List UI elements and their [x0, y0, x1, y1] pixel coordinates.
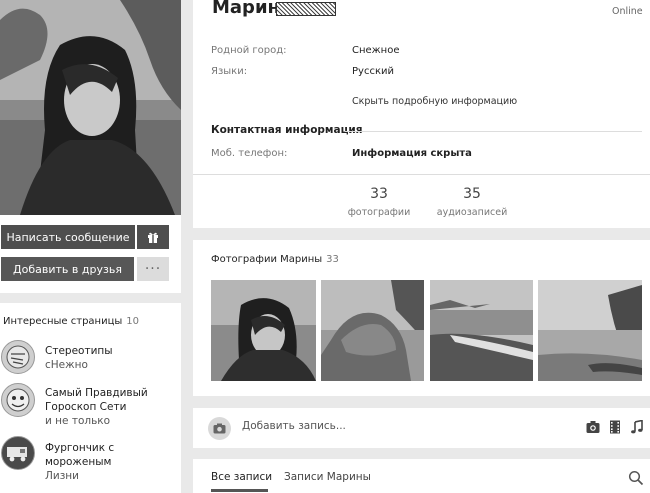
interesting-pages-heading[interactable]: Интересные страницы 10: [3, 316, 139, 327]
contacts-heading: Контактная информация: [211, 124, 363, 136]
page-avatar-icecream-van[interactable]: [1, 436, 35, 470]
photos-stat-count: 33: [370, 186, 388, 202]
gift-button[interactable]: [137, 225, 169, 249]
page-name[interactable]: Самый Правдивый: [45, 386, 148, 400]
page-subtitle: сНежно: [45, 359, 88, 371]
photos-title: Фотографии Марины: [211, 254, 323, 265]
photo-thumbnail[interactable]: [321, 280, 424, 381]
write-message-button[interactable]: Написать сообщение: [1, 225, 135, 249]
profile-info-card: [193, 0, 650, 228]
photo-thumbnail[interactable]: [538, 280, 642, 381]
page-avatar-horoscope[interactable]: [1, 383, 35, 417]
divider: [193, 174, 650, 175]
hometown-value[interactable]: Снежное: [352, 45, 400, 56]
face-icon: [6, 388, 30, 412]
photos-heading[interactable]: Фотографии Марины 33: [211, 254, 339, 265]
gift-icon: [148, 232, 158, 243]
hide-details-link[interactable]: Скрыть подробную информацию: [352, 96, 517, 107]
page-name[interactable]: Стереотипы: [45, 344, 113, 358]
more-actions-button[interactable]: ···: [137, 257, 169, 281]
hometown-label: Родной город:: [211, 45, 287, 56]
page-name[interactable]: Фургончик с: [45, 441, 114, 455]
languages-label: Языки:: [211, 66, 248, 77]
photo-attach-icon[interactable]: [586, 420, 600, 434]
add-friend-button[interactable]: Добавить в друзья: [1, 257, 134, 281]
van-icon: [7, 447, 27, 462]
video-attach-icon[interactable]: [608, 420, 622, 434]
audio-stat-count: 35: [463, 186, 481, 202]
page-subtitle: Лизни: [45, 470, 79, 482]
active-tab-indicator: [211, 489, 268, 492]
photos-count: 33: [326, 254, 339, 265]
new-post-input[interactable]: Добавить запись...: [242, 420, 346, 432]
tab-all-posts[interactable]: Все записи: [211, 471, 272, 483]
page-subtitle: и не только: [45, 415, 111, 427]
online-status: Online: [612, 6, 643, 17]
photo-thumbnail[interactable]: [211, 280, 316, 381]
search-icon[interactable]: [628, 470, 644, 486]
interesting-pages-title: Интересные страницы: [3, 316, 123, 327]
photos-stat-label: фотографии: [347, 207, 411, 218]
page-name-cont[interactable]: мороженым: [45, 455, 114, 469]
page-name-cont[interactable]: Гороскоп Сети: [45, 400, 148, 414]
profile-avatar[interactable]: [0, 0, 181, 215]
phone-value: Информация скрыта: [352, 148, 472, 159]
languages-value[interactable]: Русский: [352, 66, 394, 77]
page-avatar-stereotypes[interactable]: [1, 340, 35, 374]
music-attach-icon[interactable]: [630, 420, 644, 434]
divider: [345, 131, 642, 132]
photo-thumbnail[interactable]: [430, 280, 533, 381]
post-avatar[interactable]: [208, 417, 231, 440]
camera-icon: [213, 423, 226, 434]
phone-label: Моб. телефон:: [211, 148, 288, 159]
interesting-pages-count: 10: [126, 316, 140, 327]
doodle-icon: [6, 345, 30, 369]
tab-own-posts[interactable]: Записи Марины: [284, 471, 371, 483]
audio-stat-label: аудиозаписей: [436, 207, 508, 218]
redacted-surname: [276, 2, 336, 16]
